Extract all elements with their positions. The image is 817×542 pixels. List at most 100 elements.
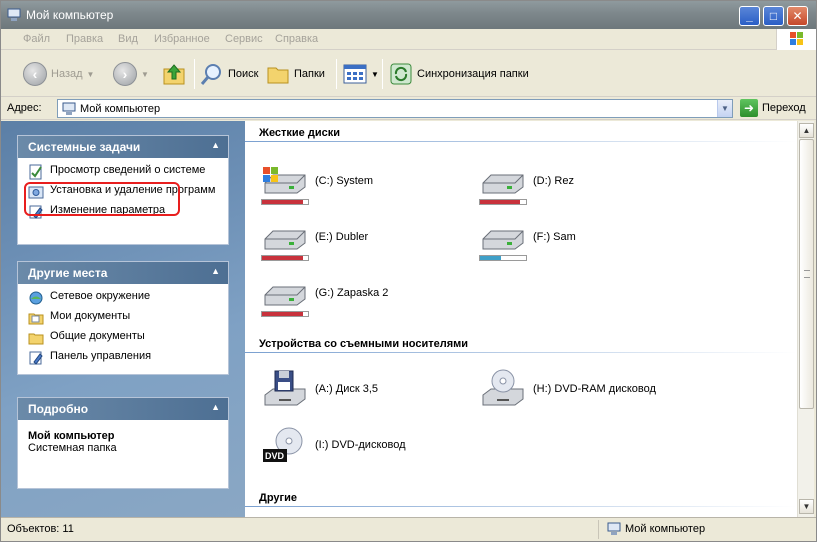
forward-arrow-icon: › [113,62,137,86]
removable-group-title: Устройства со съемными носителями [259,338,469,350]
drive-d-usage-fill [480,200,521,204]
close-button[interactable]: ✕ [787,6,808,26]
back-button[interactable]: ‹ Назад ▼ [23,59,94,89]
details-header[interactable]: Подробно ▲ [18,398,228,420]
address-input[interactable]: Мой компьютер ▼ [57,99,733,118]
menu-file[interactable]: Файл [23,33,50,45]
hard-drive-icon [264,230,306,250]
menu-tools[interactable]: Сервис [225,33,263,45]
place-shared-documents-label: Общие документы [50,330,145,342]
drive-f[interactable]: (F:) Sam [479,221,576,253]
menu-favorites[interactable]: Избранное [154,33,210,45]
drive-h[interactable]: (H:) DVD-RAM дисковод [479,369,656,409]
other-places-header[interactable]: Другие места ▲ [18,262,228,284]
my-computer-icon [7,8,21,21]
folder-up-icon [163,64,185,85]
hard-drive-icon [482,174,524,194]
drive-e[interactable]: (E:) Dubler [261,221,368,253]
toolbar-separator [382,59,383,89]
other-places-panel: Другие места ▲ Сетевое окружение Мои док… [17,261,229,375]
minimize-button[interactable]: _ [739,6,760,26]
toolbar-separator [194,59,195,89]
collapse-icon[interactable]: ▲ [211,140,220,150]
place-shared-documents[interactable]: Общие документы [28,330,218,346]
menu-edit[interactable]: Правка [66,33,103,45]
drive-d[interactable]: (D:) Rez [479,165,574,197]
status-separator [598,520,599,539]
drive-g-label: (G:) Zapaska 2 [315,287,389,299]
drive-e-usage-bar [261,255,309,261]
collapse-icon[interactable]: ▲ [211,266,220,276]
drive-g[interactable]: (G:) Zapaska 2 [261,277,388,309]
drive-d-label: (D:) Rez [533,175,574,187]
place-control-panel[interactable]: Панель управления [28,350,218,366]
window-title: Мой компьютер [26,8,114,22]
group-divider [245,141,797,142]
drive-c-label: (C:) System [315,175,374,187]
menu-view[interactable]: Вид [118,33,138,45]
drive-i-label: (I:) DVD-дисковод [315,439,406,451]
scroll-up-icon[interactable]: ▲ [799,123,814,138]
menu-help[interactable]: Справка [275,33,318,45]
drive-i[interactable]: DVD (I:) DVD-дисковод [261,425,406,465]
address-dropdown-icon[interactable]: ▼ [717,100,732,117]
floppy-drive-icon [264,370,306,406]
hard-drive-icon [264,286,306,306]
group-divider [245,506,797,507]
task-view-system-info[interactable]: Просмотр сведений о системе [28,164,218,180]
views-icon [343,64,367,84]
system-tasks-header[interactable]: Системные задачи ▲ [18,136,228,158]
status-bar: Объектов: 11 Мой компьютер [1,517,816,541]
title-bar[interactable]: Мой компьютер _ □ ✕ [1,1,816,29]
details-type: Системная папка [28,442,117,454]
place-my-documents-label: Мои документы [50,310,131,322]
my-computer-icon [607,522,621,535]
details-title: Подробно [28,402,89,416]
grip-icon [804,270,810,278]
details-name: Мой компьютер [28,430,115,442]
vertical-scrollbar[interactable]: ▲ ▼ [797,121,814,517]
forward-button[interactable]: › ▼ [113,59,149,89]
sync-folder-button[interactable]: Синхронизация папки [389,59,529,89]
place-my-documents[interactable]: Мои документы [28,310,218,326]
control-panel-icon [29,351,43,365]
windows-logo-icon [776,29,816,50]
go-button[interactable]: ➜ Переход [740,99,806,117]
scroll-down-icon[interactable]: ▼ [799,499,814,514]
status-location: Мой компьютер [607,522,705,536]
drive-h-label: (H:) DVD-RAM дисковод [533,383,656,395]
drive-c[interactable]: (C:) System [261,165,373,197]
drive-a[interactable]: (A:) Диск 3,5 [261,369,378,409]
menu-bar: Файл Правка Вид Избранное Сервис Справка [1,29,816,50]
search-icon [200,64,221,85]
scroll-thumb[interactable] [799,139,814,409]
task-view-system-info-label: Просмотр сведений о системе [50,164,206,176]
object-count: Объектов: 11 [7,523,74,535]
folders-button[interactable]: Папки [266,59,325,89]
drive-c-usage-fill [262,200,304,204]
collapse-icon[interactable]: ▲ [211,402,220,412]
place-network-label: Сетевое окружение [50,290,151,302]
content-pane: Жесткие диски (C:) System (D:) Rez (E:) … [245,121,797,517]
maximize-button[interactable]: □ [763,6,784,26]
search-label: Поиск [228,68,259,80]
drive-c-usage-bar [261,199,309,205]
forward-dropdown-icon[interactable]: ▼ [141,70,149,79]
system-drive-icon [263,167,306,194]
highlight-annotation [24,182,180,216]
details-panel: Подробно ▲ Мой компьютер Системная папка [17,397,229,489]
folders-label: Папки [294,68,325,80]
sync-label: Синхронизация папки [417,68,529,80]
group-divider [245,352,797,353]
address-bar: Адрес: Мой компьютер ▼ ➜ Переход [1,98,816,120]
back-dropdown-icon[interactable]: ▼ [87,70,95,79]
search-button[interactable]: Поиск [200,59,258,89]
go-arrow-icon: ➜ [740,99,758,117]
network-icon [29,291,43,305]
views-dropdown-icon[interactable]: ▼ [371,70,379,79]
toolbar-separator [336,59,337,89]
folders-icon [267,67,289,84]
up-button[interactable] [161,59,187,89]
place-network[interactable]: Сетевое окружение [28,290,218,306]
views-button[interactable]: ▼ [343,59,379,89]
